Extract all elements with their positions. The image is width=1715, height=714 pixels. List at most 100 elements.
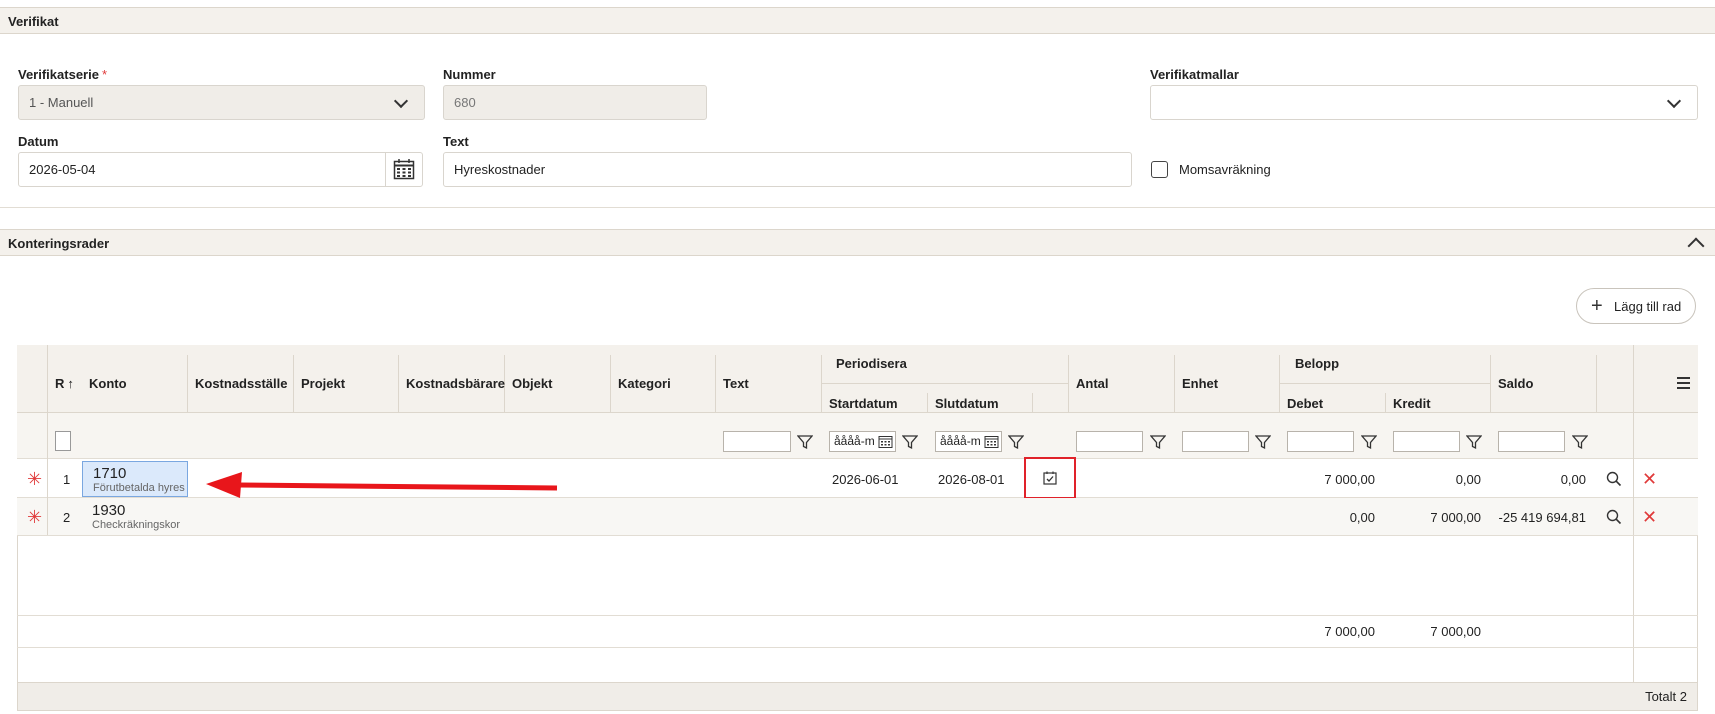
filter-icon[interactable] [1150, 434, 1166, 450]
col-divider [1596, 355, 1597, 413]
grid-footer: Totalt 2 [18, 682, 1697, 710]
col-divider [187, 355, 188, 413]
chevron-up-icon[interactable] [1687, 237, 1705, 255]
plus-icon: + [1591, 295, 1603, 317]
col-divider [1174, 355, 1175, 413]
konteringsrader-section-title: Konteringsrader [8, 236, 110, 251]
col-header-objekt[interactable]: Objekt [512, 376, 552, 391]
text-field[interactable]: Hyreskostnader [443, 152, 1132, 187]
verifikatmallar-select[interactable] [1150, 85, 1698, 120]
filter-icon[interactable] [1572, 434, 1588, 450]
verifikatserie-label-text: Verifikatserie [18, 67, 99, 82]
col-header-konto[interactable]: Konto [89, 376, 127, 391]
required-asterisk: ✳ [27, 469, 43, 489]
add-row-button[interactable]: + Lägg till rad [1576, 288, 1696, 324]
konto-name: Förutbetalda hyres [93, 482, 185, 494]
filter-icon[interactable] [1008, 434, 1024, 450]
add-row-label: Lägg till rad [1614, 299, 1682, 314]
kredit-cell[interactable]: 7 000,00 [1393, 510, 1481, 525]
col-header-slutdatum[interactable]: Slutdatum [935, 396, 999, 411]
row-number: 1 [63, 472, 71, 487]
startdatum-cell[interactable]: 2026-06-01 [832, 472, 899, 487]
col-header-text[interactable]: Text [723, 376, 749, 391]
group-divider [821, 383, 1069, 384]
col-header-kredit[interactable]: Kredit [1393, 396, 1431, 411]
saldo-cell: 0,00 [1560, 472, 1586, 487]
filter-text-input[interactable] [723, 431, 791, 452]
col-divider [1385, 393, 1386, 413]
momsavrakning-label: Momsavräkning [1179, 162, 1271, 177]
saldo-cell: -25 419 694,81 [1498, 510, 1586, 525]
col-header-row-text: R [55, 376, 65, 391]
filter-saldo-input[interactable] [1498, 431, 1565, 452]
col-divider [715, 355, 716, 413]
filter-kredit-input[interactable] [1393, 431, 1460, 452]
konto-name: Checkräkningskor [92, 519, 181, 531]
datum-field[interactable]: 2026-05-04 [18, 152, 423, 187]
filter-enhet-input[interactable] [1182, 431, 1249, 452]
col-header-debet[interactable]: Debet [1287, 396, 1323, 411]
filter-icon[interactable] [1466, 434, 1482, 450]
filter-icon[interactable] [902, 434, 918, 450]
col-header-antal[interactable]: Antal [1076, 376, 1109, 391]
required-asterisk: * [101, 67, 108, 82]
delete-row-icon[interactable]: ✕ [1642, 470, 1657, 488]
filter-antal-input[interactable] [1076, 431, 1143, 452]
momsavrakning-checkbox[interactable] [1151, 161, 1168, 178]
verifikat-section-header: Verifikat [0, 7, 1715, 34]
konto-number: 1930 [92, 502, 126, 519]
chevron-down-icon [1666, 93, 1682, 109]
konto-cell[interactable]: 1930 Checkräkningskor [82, 499, 188, 535]
konteringsrader-section-header[interactable]: Konteringsrader [0, 229, 1715, 256]
total-debet: 7 000,00 [1324, 624, 1375, 639]
search-icon[interactable] [1606, 471, 1622, 487]
debet-cell[interactable]: 0,00 [1287, 510, 1375, 525]
filter-debet-input[interactable] [1287, 431, 1354, 452]
col-header-projekt[interactable]: Projekt [301, 376, 345, 391]
debet-cell[interactable]: 7 000,00 [1287, 472, 1375, 487]
col-header-startdatum[interactable]: Startdatum [829, 396, 898, 411]
datum-label: Datum [18, 134, 59, 149]
delete-row-icon[interactable]: ✕ [1642, 508, 1657, 526]
col-divider [1490, 355, 1491, 413]
konto-cell-selected[interactable]: 1710 Förutbetalda hyres [82, 461, 188, 497]
date-placeholder: åååå-m [834, 434, 875, 448]
col-header-kategori[interactable]: Kategori [618, 376, 671, 391]
col-divider [1633, 459, 1634, 535]
filter-icon[interactable] [1361, 434, 1377, 450]
column-menu-icon[interactable] [1677, 377, 1690, 389]
filter-icon[interactable] [1255, 434, 1271, 450]
required-asterisk: ✳ [27, 507, 43, 527]
text-label: Text [443, 134, 469, 149]
col-divider [927, 393, 928, 413]
col-header-periodisera: Periodisera [836, 356, 907, 371]
datum-divider [385, 153, 386, 186]
divider [0, 207, 1715, 208]
slutdatum-cell[interactable]: 2026-08-01 [938, 472, 1005, 487]
col-header-kostnadsbarare[interactable]: Kostnadsbärare [406, 376, 505, 391]
search-icon[interactable] [1606, 509, 1622, 525]
verifikatmallar-label: Verifikatmallar [1150, 67, 1239, 82]
kredit-cell[interactable]: 0,00 [1393, 472, 1481, 487]
group-divider [1279, 383, 1491, 384]
col-header-saldo[interactable]: Saldo [1498, 376, 1533, 391]
date-placeholder: åååå-m [940, 434, 981, 448]
col-header-enhet[interactable]: Enhet [1182, 376, 1218, 391]
totals-bottom-divider [17, 647, 1698, 648]
col-header-row[interactable]: R ↑ [55, 376, 74, 391]
konto-number: 1710 [93, 465, 127, 482]
col-divider [1279, 355, 1280, 413]
col-divider [610, 355, 611, 413]
select-all-checkbox[interactable] [55, 431, 71, 451]
calendar-icon[interactable] [878, 434, 893, 449]
col-divider [821, 355, 822, 413]
filter-icon[interactable] [797, 434, 813, 450]
row-number: 2 [63, 510, 71, 525]
calendar-check-icon[interactable] [1043, 471, 1057, 485]
calendar-icon[interactable] [984, 434, 999, 449]
col-divider [1032, 393, 1033, 413]
col-header-kostnadsstalle[interactable]: Kostnadsställe [195, 376, 287, 391]
nummer-label: Nummer [443, 67, 496, 82]
calendar-icon[interactable] [393, 158, 415, 183]
verifikatserie-select[interactable]: 1 - Manuell [18, 85, 425, 120]
